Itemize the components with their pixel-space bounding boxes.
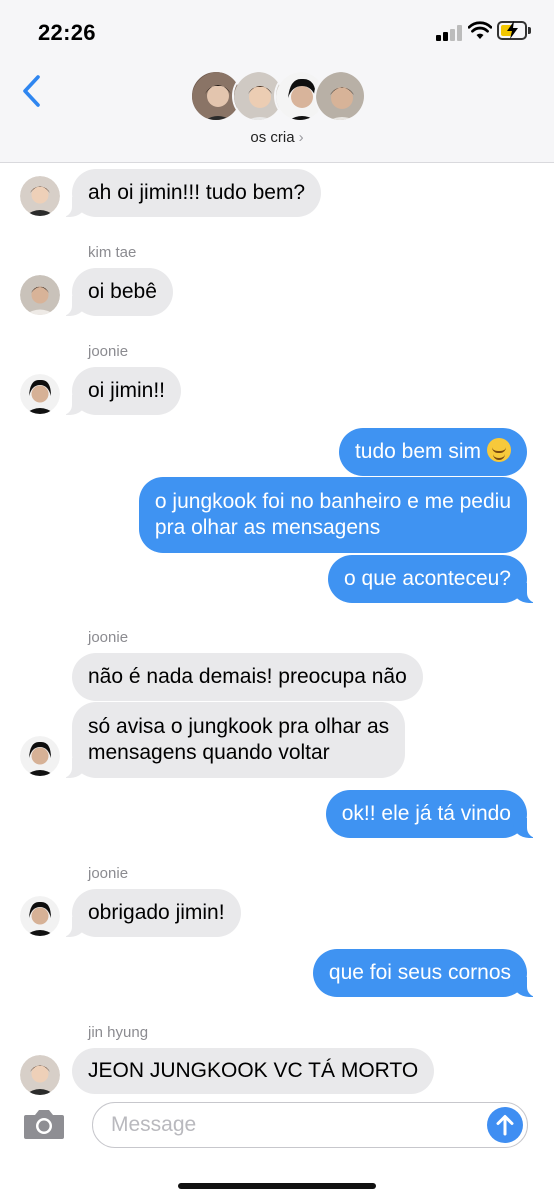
avatar	[314, 70, 366, 122]
sender-name: jin hyung	[88, 1024, 149, 1041]
message-text-line: o jungkook foi no banheiro e me pediu	[154, 490, 511, 513]
incoming-message-bubble[interactable]: oi jimin!!	[61, 367, 182, 415]
avatar	[20, 896, 60, 936]
sender-name: joonie	[88, 343, 129, 360]
avatar	[20, 736, 60, 776]
incoming-message-bubble[interactable]: não é nada demais! preocupa não	[72, 653, 423, 701]
message-text-line: mensagens quando voltar	[88, 741, 330, 764]
back-chevron-icon[interactable]	[20, 74, 42, 108]
avatar	[20, 1055, 60, 1095]
outgoing-message-bubble[interactable]: o jungkook foi no banheiro e me pediu pr…	[138, 477, 527, 553]
message-input[interactable]: Message	[92, 1102, 528, 1148]
incoming-message-bubble[interactable]: oi bebê	[62, 268, 173, 316]
outgoing-message-bubble[interactable]: ok!! ele já tá vindo	[325, 790, 538, 838]
outgoing-message-bubble[interactable]: o que aconteceu?	[328, 555, 537, 603]
group-avatars[interactable]	[190, 70, 366, 124]
message-text: oi bebê	[88, 280, 157, 303]
message-text: JEON JUNGKOOK VC TÁ MORTO	[88, 1059, 419, 1082]
incoming-message-bubble[interactable]: ah oi jimin!!! tudo bem?	[61, 169, 322, 217]
message-text: que foi seus cornos	[328, 961, 511, 984]
message-text: oi jimin!!	[88, 379, 166, 402]
send-arrow-icon	[496, 1115, 514, 1136]
home-indicator	[178, 1183, 376, 1189]
message-text: ah oi jimin!!! tudo bem?	[88, 181, 306, 204]
message-text: tudo bem sim	[354, 440, 481, 463]
message-text: ok!! ele já tá vindo	[341, 802, 511, 825]
message-text-line: pra olhar as mensagens	[154, 516, 381, 539]
message-text: o que aconteceu?	[344, 567, 511, 590]
avatar	[20, 176, 60, 216]
avatar	[20, 374, 60, 414]
battery-cap	[528, 27, 531, 34]
wifi-icon	[468, 21, 492, 39]
outgoing-message-bubble[interactable]: que foi seus cornos	[312, 949, 538, 997]
message-text: não é nada demais! preocupa não	[88, 665, 407, 688]
message-text: obrigado jimin!	[88, 901, 225, 924]
sender-name: kim tae	[88, 244, 137, 261]
incoming-message-bubble[interactable]: só avisa o jungkook pra olhar as mensage…	[61, 702, 406, 778]
incoming-message-bubble[interactable]: JEON JUNGKOOK VC TÁ MORTO	[72, 1048, 435, 1094]
outgoing-message-bubble[interactable]: tudo bem sim	[338, 428, 527, 476]
relieved-face-emoji-icon	[487, 438, 511, 462]
cellular-signal-icon	[436, 25, 462, 41]
sender-name: joonie	[88, 629, 129, 646]
conversation-header: 22:26 os cria ›	[0, 0, 554, 163]
send-button[interactable]	[487, 1107, 523, 1143]
group-name-label: os cria	[250, 129, 295, 146]
chevron-right-icon: ›	[298, 129, 304, 146]
message-placeholder: Message	[111, 1113, 197, 1136]
incoming-message-bubble[interactable]: obrigado jimin!	[62, 889, 241, 937]
camera-icon[interactable]	[22, 1107, 66, 1141]
battery-charging-icon	[497, 21, 527, 40]
sender-name: joonie	[88, 865, 129, 882]
avatar	[20, 275, 60, 315]
status-time: 22:26	[38, 20, 96, 45]
group-name[interactable]: os cria ›	[0, 129, 554, 146]
message-text-line: só avisa o jungkook pra olhar as	[88, 715, 390, 738]
